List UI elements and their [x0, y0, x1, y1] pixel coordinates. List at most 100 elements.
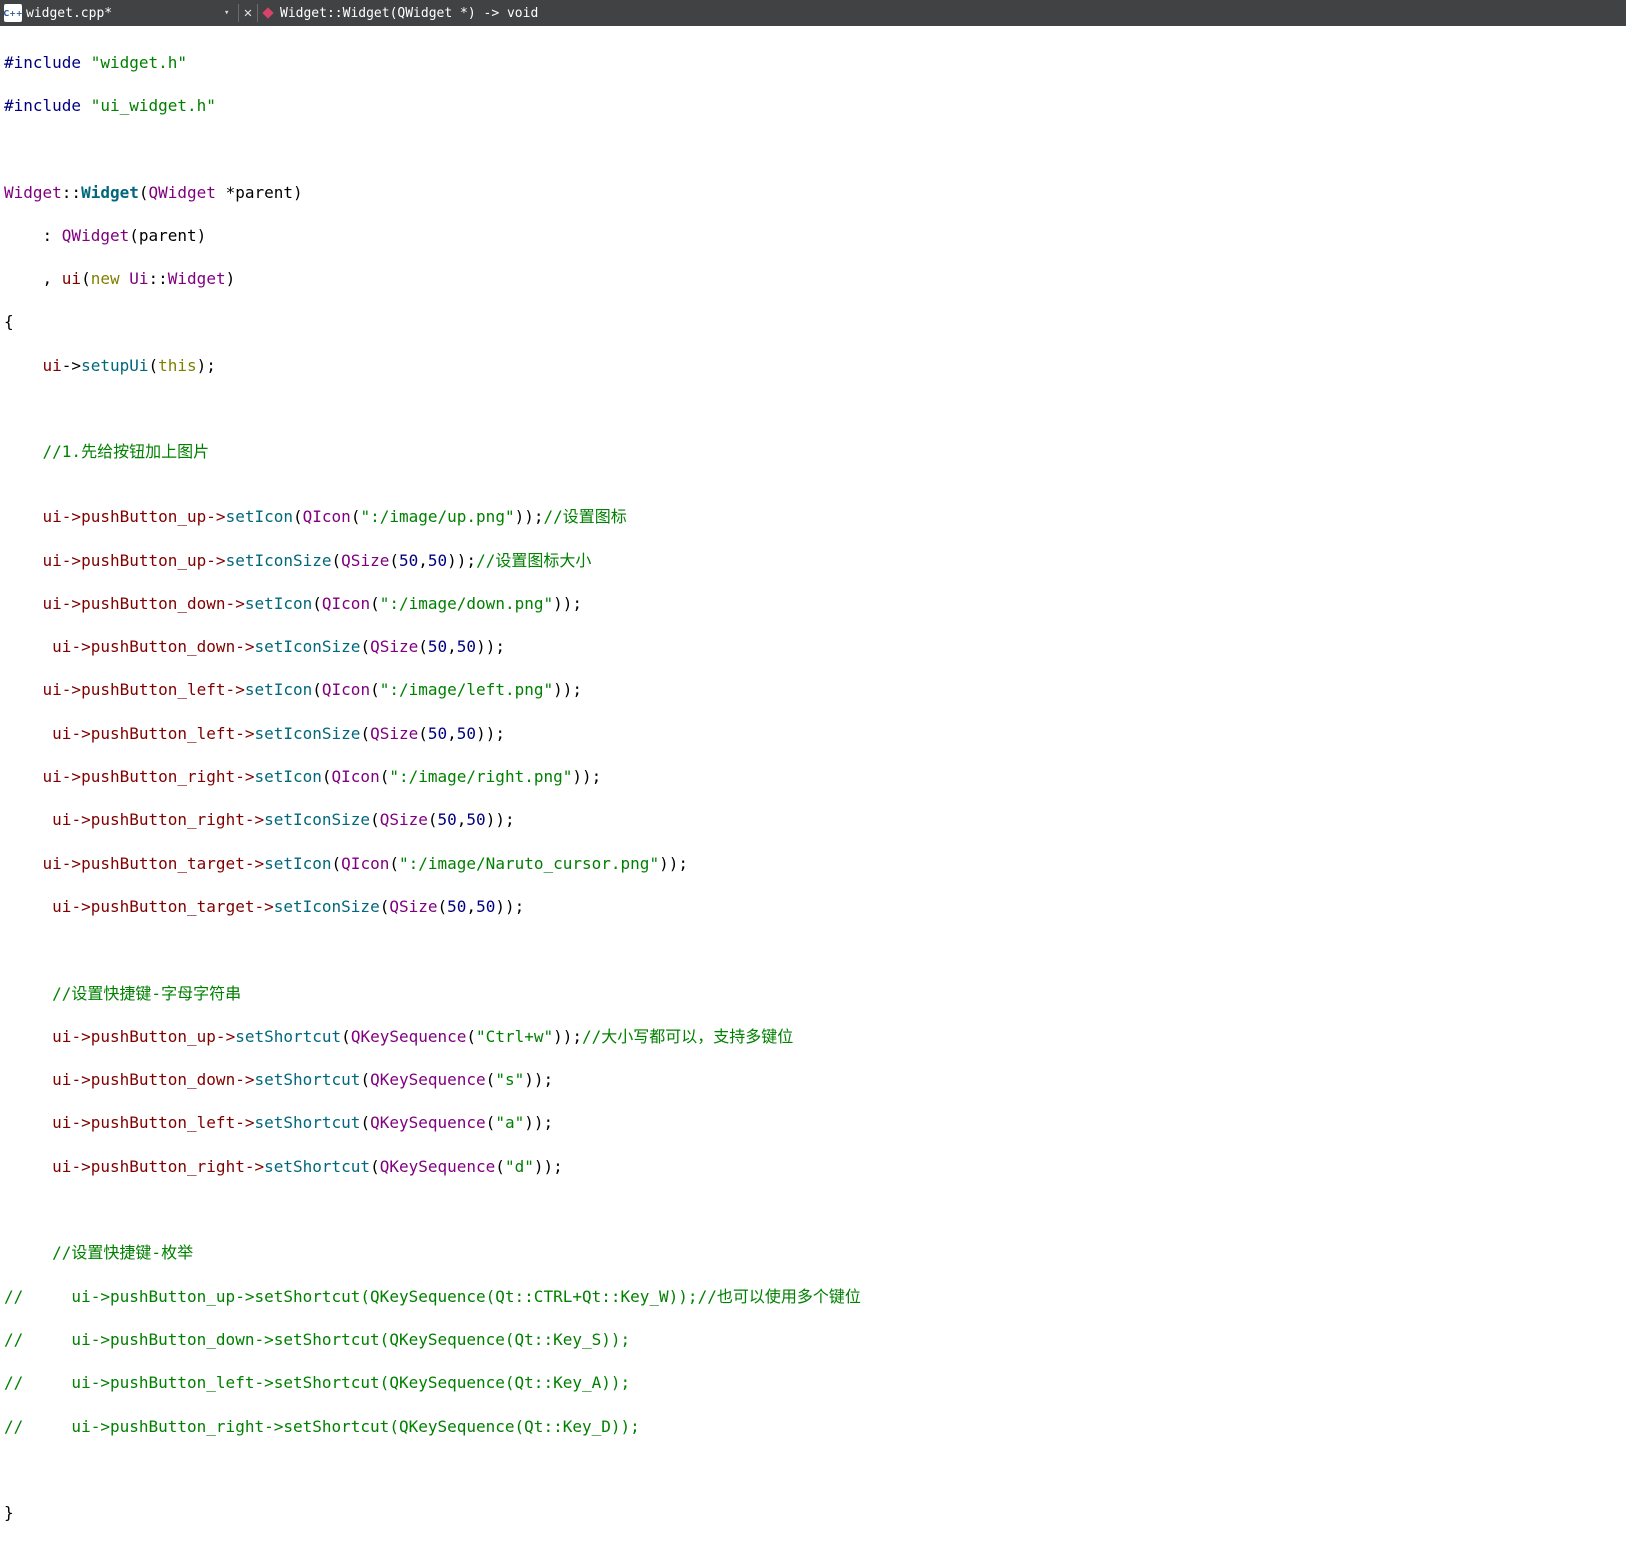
member-name: ui->pushButton_up-> — [42, 507, 226, 527]
string-literal: ":/image/down.png" — [379, 593, 554, 613]
symbol-selector[interactable]: Widget::Widget(QWidget *) -> void — [258, 0, 538, 26]
member-name: ui->pushButton_right-> — [52, 810, 265, 830]
cpp-file-icon: C++ — [3, 4, 23, 22]
code-token: : — [4, 225, 62, 245]
code-token: ( — [138, 182, 149, 202]
number-literal: 50 — [466, 810, 486, 830]
function-name: setIconSize — [273, 896, 380, 916]
code-line: ui->pushButton_up->setIcon(QIcon(":/imag… — [4, 506, 1626, 528]
code-token: } — [4, 1503, 14, 1523]
function-symbol-icon — [262, 7, 274, 19]
string-literal: ":/image/Naruto_cursor.png" — [398, 853, 660, 873]
code-token: , — [447, 637, 457, 657]
type-name: Widget — [4, 182, 62, 202]
function-name: setShortcut — [235, 1026, 342, 1046]
code-line: //设置快捷键-字母字符串 — [4, 983, 1626, 1005]
member-name: ui->pushButton_up-> — [52, 1026, 236, 1046]
function-name: setShortcut — [254, 1113, 361, 1133]
code-line: ui->pushButton_left->setIcon(QIcon(":/im… — [4, 679, 1626, 701]
code-line: ui->setupUi(this); — [4, 355, 1626, 377]
file-name: widget.cpp* — [26, 5, 113, 21]
code-token: ( — [350, 507, 361, 527]
code-line: // ui->pushButton_right->setShortcut(QKe… — [4, 1416, 1626, 1438]
type-name: QIcon — [331, 767, 380, 787]
code-token: ) — [225, 269, 236, 289]
string-literal: "a" — [495, 1113, 525, 1133]
code-token: , — [466, 896, 477, 916]
code-token: *parent) — [215, 182, 303, 202]
code-token: -> — [61, 355, 82, 375]
code-token: )); — [447, 550, 477, 570]
code-line: ui->pushButton_right->setShortcut(QKeySe… — [4, 1156, 1626, 1178]
close-document-button[interactable]: ✕ — [239, 0, 257, 26]
code-line: #include "ui_widget.h" — [4, 95, 1626, 117]
code-token: ( — [418, 723, 428, 743]
code-token: ( — [81, 269, 91, 289]
document-selector[interactable]: C++ widget.cpp* ▾ — [0, 0, 238, 26]
code-token: , — [447, 723, 457, 743]
function-name: setupUi — [81, 355, 149, 375]
code-line: { — [4, 311, 1626, 333]
member-name: ui — [61, 269, 82, 289]
comment: // ui->pushButton_up->setShortcut(QKeySe… — [4, 1286, 861, 1306]
number-literal: 50 — [427, 723, 448, 743]
type-name: Widget — [167, 269, 226, 289]
member-name: ui->pushButton_left-> — [52, 1113, 255, 1133]
member-name: ui->pushButton_right-> — [42, 767, 255, 787]
comment: //大小写都可以，支持多键位 — [582, 1026, 794, 1046]
string-literal: "ui_widget.h" — [90, 95, 216, 115]
symbol-label: Widget::Widget(QWidget *) -> void — [280, 5, 539, 21]
code-token: )); — [659, 853, 688, 873]
type-name: QSize — [341, 550, 390, 570]
type-name: QSize — [370, 637, 419, 657]
code-token: ( — [379, 767, 390, 787]
code-token: )); — [476, 723, 505, 743]
type-name: QSize — [389, 896, 438, 916]
code-line: ui->pushButton_up->setShortcut(QKeySeque… — [4, 1026, 1626, 1048]
code-token: ( — [370, 680, 380, 700]
code-line: ui->pushButton_down->setShortcut(QKeySeq… — [4, 1069, 1626, 1091]
chevron-down-icon[interactable]: ▾ — [224, 8, 238, 18]
function-name: setIcon — [264, 853, 332, 873]
type-name: QKeySequence — [370, 1070, 486, 1090]
code-token: ( — [437, 896, 448, 916]
code-token: )); — [476, 637, 505, 657]
member-name: ui->pushButton_down-> — [52, 1070, 255, 1090]
number-literal: 50 — [437, 810, 457, 830]
comment: //设置快捷键-字母字符串 — [4, 983, 242, 1003]
code-token: )); — [524, 1113, 554, 1133]
string-literal: ":/image/up.png" — [360, 507, 515, 527]
code-token: (parent) — [129, 225, 207, 245]
code-editor[interactable]: #include "widget.h" #include "ui_widget.… — [0, 30, 1626, 1522]
code-token: ( — [293, 507, 303, 527]
code-token: )); — [553, 680, 583, 700]
type-name: QKeySequence — [370, 1113, 486, 1133]
member-name: ui->pushButton_target-> — [52, 896, 274, 916]
comment: // ui->pushButton_right->setShortcut(QKe… — [4, 1416, 640, 1436]
code-line: ui->pushButton_right->setIcon(QIcon(":/i… — [4, 766, 1626, 788]
code-token: ( — [418, 637, 428, 657]
code-line: } — [4, 1502, 1626, 1524]
code-line: ui->pushButton_down->setIcon(QIcon(":/im… — [4, 593, 1626, 615]
code-token: )); — [553, 1026, 583, 1046]
code-token: ( — [379, 896, 390, 916]
comment: // ui->pushButton_left->setShortcut(QKey… — [4, 1373, 631, 1393]
code-token: ( — [360, 1113, 371, 1133]
member-name: ui — [4, 355, 62, 375]
code-token: ( — [485, 1070, 496, 1090]
member-name: ui->pushButton_up-> — [42, 550, 226, 570]
type-name: QIcon — [321, 680, 371, 700]
string-literal: ":/image/left.png" — [379, 680, 554, 700]
